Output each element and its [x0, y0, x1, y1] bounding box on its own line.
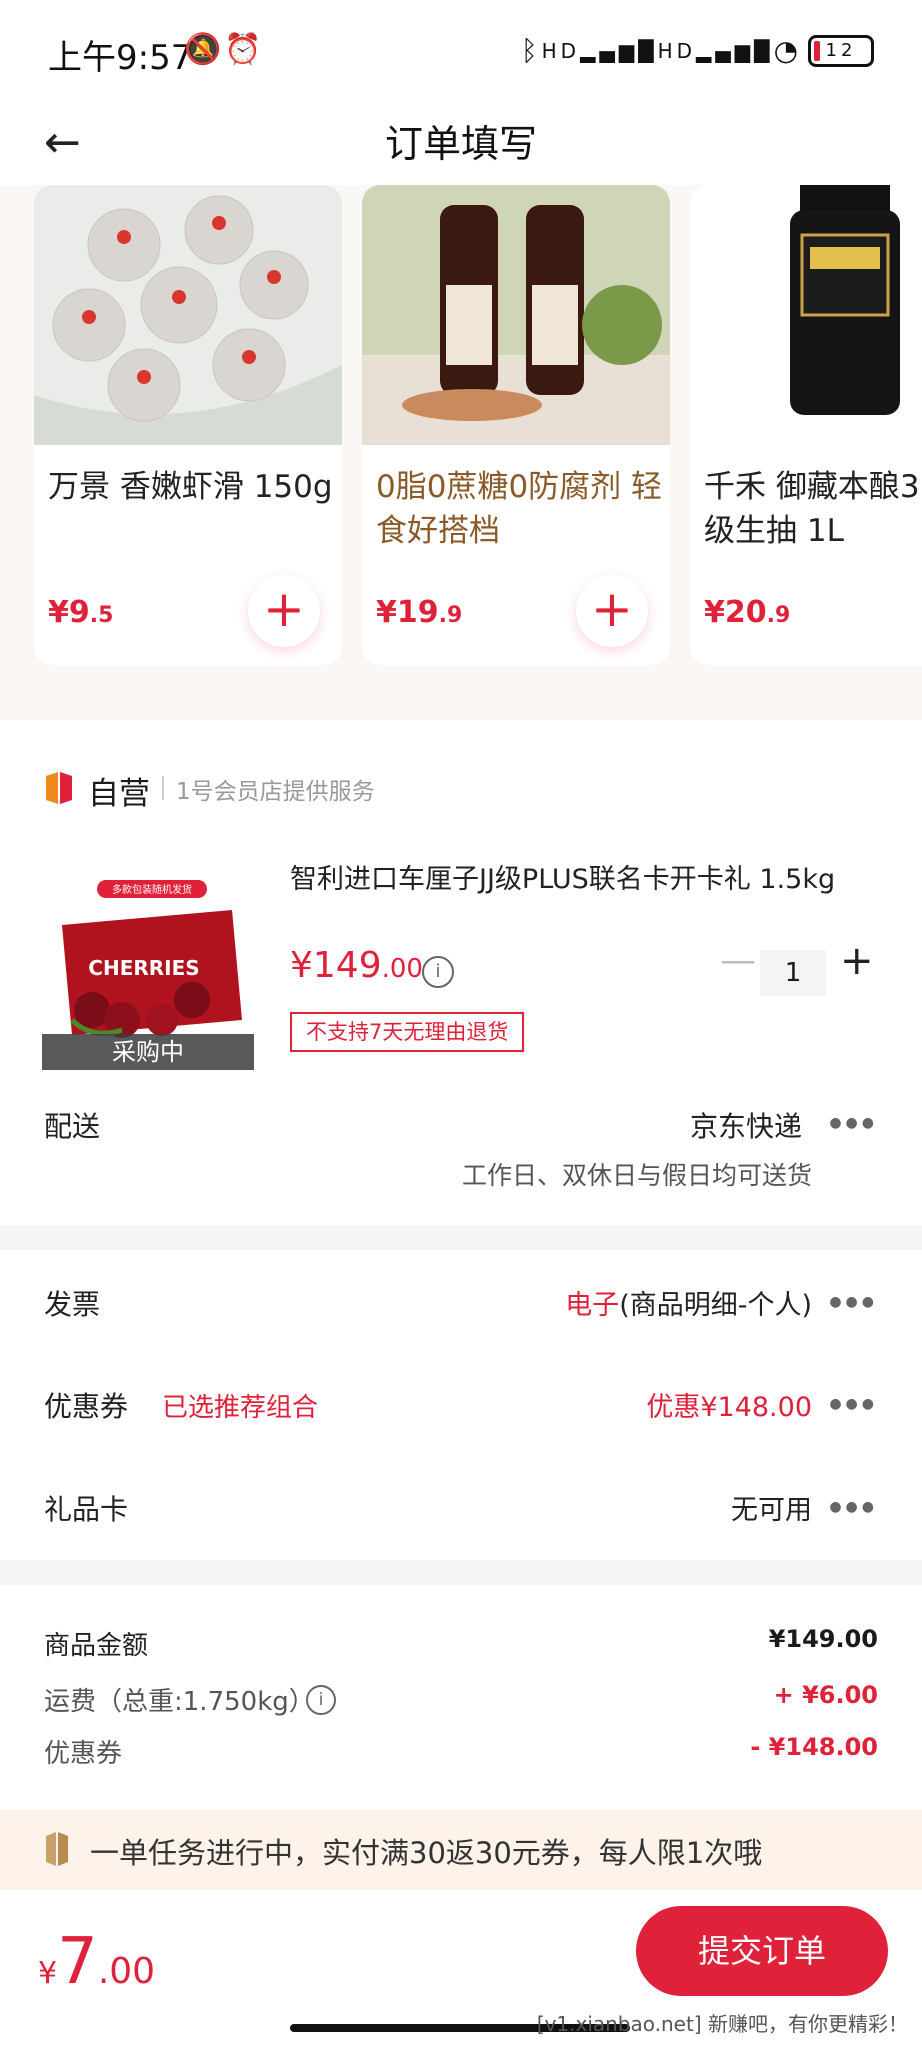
- reco-name: 万景 香嫩虾滑 150g: [48, 469, 333, 505]
- more-icon[interactable]: ●●●: [829, 1396, 878, 1412]
- summary-value: - ¥148.00: [750, 1733, 878, 1761]
- status-bar: 上午9:57 🔕 ⏰ ᛒ HD▂▄▆█ HD▂▄▆█ ◔ 12: [0, 0, 922, 105]
- product-price: ¥149.00: [290, 945, 423, 986]
- task-banner[interactable]: 一单任务进行中，实付满30返30元券，每人限1次哦: [0, 1810, 922, 1890]
- jd-logo-icon: [46, 1832, 68, 1866]
- quantity-minus-button[interactable]: —: [720, 940, 756, 981]
- product-image[interactable]: 多款包装随机发货 CHERRIES 采购中: [42, 870, 254, 1070]
- svg-text:CHERRIES: CHERRIES: [88, 956, 199, 980]
- store-name: 自营: [88, 776, 150, 812]
- summary-value: + ¥6.00: [773, 1681, 878, 1709]
- more-icon[interactable]: ●●●: [829, 1499, 878, 1515]
- bottom-bar: ¥7.00 提交订单 [v1.xianbao.net] 新赚吧，有你更精彩！: [0, 1890, 922, 2048]
- clock: 上午9:57: [48, 38, 193, 78]
- bluetooth-icon: ᛒ: [520, 34, 542, 67]
- giftcard-value[interactable]: 无可用: [731, 1488, 812, 1527]
- reco-card[interactable]: 0脂0蔗糖0防腐剂 轻食好搭档 ¥19.9 +: [362, 185, 670, 665]
- sauce-image: [362, 185, 670, 445]
- total-price: ¥7.00: [38, 1925, 156, 1999]
- delivery-label: 配送: [44, 1110, 101, 1143]
- banner-text: 一单任务进行中，实付满30返30元券，每人限1次哦: [90, 1836, 763, 1870]
- watermark: [v1.xianbao.net] 新赚吧，有你更精彩！: [536, 2012, 908, 2036]
- summary-value: ¥149.00: [768, 1625, 878, 1653]
- product-name[interactable]: 智利进口车厘子JJ级PLUS联名卡开卡礼 1.5kg: [290, 860, 890, 900]
- summary-label: 运费（总重:1.750kg）: [44, 1687, 315, 1717]
- more-icon[interactable]: ●●●: [829, 1115, 878, 1131]
- coupon-tag: 已选推荐组合: [162, 1393, 319, 1423]
- reco-price: ¥19.9: [376, 595, 463, 630]
- reco-price: ¥9.5: [48, 595, 114, 630]
- signal-icon: HD▂▄▆█: [541, 38, 658, 63]
- payment-options-section: 发票 电子(商品明细-个人) ●●● 优惠券 已选推荐组合 优惠¥148.00 …: [0, 1250, 922, 1560]
- order-item-section: 自营 1号会员店提供服务 多款包装随机发货 CHERRIES 采购中 智利进口车…: [0, 720, 922, 1225]
- mute-icon: 🔕: [184, 32, 222, 67]
- battery-icon: 12: [808, 34, 874, 67]
- delivery-value[interactable]: 京东快递: [690, 1105, 802, 1145]
- page-header: ← 订单填写: [0, 105, 922, 185]
- quantity-plus-button[interactable]: +: [840, 938, 874, 984]
- store-desc: 1号会员店提供服务: [176, 779, 375, 805]
- soy-sauce-image: [690, 185, 922, 445]
- giftcard-label: 礼品卡: [44, 1493, 129, 1526]
- info-icon[interactable]: i: [306, 1685, 336, 1715]
- wifi-icon: ◔: [773, 34, 802, 67]
- shrimp-image: [34, 185, 342, 445]
- more-icon[interactable]: ●●●: [829, 1294, 878, 1310]
- invoice-label: 发票: [44, 1288, 101, 1321]
- page-title: 订单填写: [384, 122, 537, 166]
- jd-store-icon: [46, 772, 72, 804]
- coupon-value[interactable]: 优惠¥148.00: [646, 1385, 812, 1424]
- summary-label: 优惠券: [44, 1739, 123, 1769]
- add-to-cart-button[interactable]: +: [576, 575, 648, 647]
- coupon-label: 优惠券: [44, 1390, 129, 1423]
- reco-card[interactable]: 千禾 御藏本酿3 天特级生抽 1L ¥20.9: [690, 185, 922, 665]
- signal-icon-2: HD▂▄▆█: [657, 38, 774, 63]
- reco-price: ¥20.9: [704, 595, 791, 630]
- reco-name: 千禾 御藏本酿3 天特级生抽 1L: [704, 469, 922, 549]
- invoice-value[interactable]: 电子(商品明细-个人): [565, 1283, 812, 1322]
- status-icons: ᛒ HD▂▄▆█ HD▂▄▆█ ◔ 12: [521, 34, 874, 67]
- reco-name: 0脂0蔗糖0防腐剂 轻食好搭档: [376, 469, 663, 549]
- info-icon[interactable]: i: [422, 956, 454, 988]
- submit-order-button[interactable]: 提交订单: [636, 1906, 888, 1996]
- quantity-field[interactable]: 1: [760, 950, 826, 996]
- svg-text:多款包装随机发货: 多款包装随机发货: [112, 883, 192, 896]
- recommendation-strip[interactable]: 万景 香嫩虾滑 150g ¥9.5 + 0脂0蔗糖0防腐剂 轻食好搭档 ¥19.…: [0, 185, 922, 720]
- alarm-icon: ⏰: [224, 32, 262, 67]
- no-return-tag: 不支持7天无理由退货: [290, 1012, 525, 1052]
- price-summary: 商品金额 ¥149.00 运费（总重:1.750kg） i + ¥6.00 优惠…: [0, 1585, 922, 1810]
- summary-label: 商品金额: [44, 1631, 149, 1661]
- delivery-sub: 工作日、双休日与假日均可送货: [461, 1161, 812, 1190]
- add-to-cart-button[interactable]: +: [248, 575, 320, 647]
- reco-card[interactable]: 万景 香嫩虾滑 150g ¥9.5 +: [34, 185, 342, 665]
- divider: [162, 776, 164, 800]
- purchasing-status: 采购中: [42, 1034, 254, 1070]
